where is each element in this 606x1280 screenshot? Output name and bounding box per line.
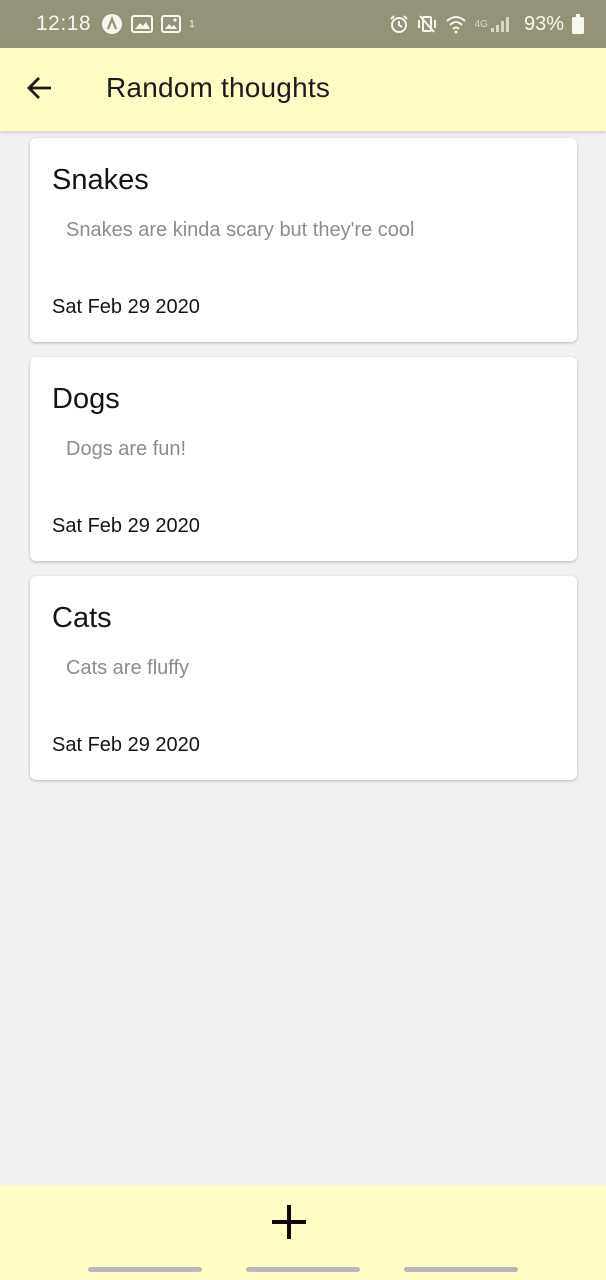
app-a-icon [101, 13, 123, 35]
app-bar: Random thoughts [0, 48, 606, 131]
note-body: Snakes are kinda scary but they're cool [66, 219, 415, 241]
nav-handle-right [404, 1267, 518, 1272]
notes-list: Snakes Snakes are kinda scary but they'r… [30, 138, 577, 795]
network-label: 4G [474, 18, 488, 30]
nav-handle-center [246, 1267, 360, 1272]
add-note-button[interactable] [270, 1203, 308, 1241]
note-date: Sat Feb 29 2020 [52, 296, 200, 318]
notification-count: 1 [189, 18, 195, 30]
status-time: 12:18 [36, 12, 92, 35]
battery-percent: 93% [523, 12, 564, 35]
note-body: Cats are fluffy [66, 657, 190, 679]
arrow-left-icon [25, 76, 53, 100]
note-body: Dogs are fun! [66, 438, 187, 460]
bottom-bar [0, 1185, 606, 1280]
battery-icon [572, 14, 584, 34]
gallery-icon [131, 14, 154, 34]
note-date: Sat Feb 29 2020 [52, 515, 200, 537]
image-icon [161, 15, 182, 33]
note-title: Snakes [52, 164, 149, 196]
note-card[interactable]: Dogs Dogs are fun! Sat Feb 29 2020 [30, 357, 577, 561]
note-title: Cats [52, 602, 112, 634]
status-bar: 12:18 1 4G 93% [0, 0, 606, 48]
signal-icon: 4G [475, 15, 510, 33]
back-button[interactable] [22, 71, 56, 105]
page-title: Random thoughts [106, 72, 331, 103]
mute-vibrate-icon [417, 14, 437, 34]
plus-icon [270, 1203, 308, 1241]
note-card[interactable]: Cats Cats are fluffy Sat Feb 29 2020 [30, 576, 577, 780]
alarm-icon [389, 14, 409, 34]
nav-handle-left [88, 1267, 202, 1272]
status-left-icons: 1 [101, 13, 195, 35]
note-title: Dogs [52, 383, 120, 415]
wifi-icon [445, 14, 467, 34]
status-right-icons: 4G 93% [389, 13, 584, 36]
note-card[interactable]: Snakes Snakes are kinda scary but they'r… [30, 138, 577, 342]
note-date: Sat Feb 29 2020 [52, 734, 200, 756]
